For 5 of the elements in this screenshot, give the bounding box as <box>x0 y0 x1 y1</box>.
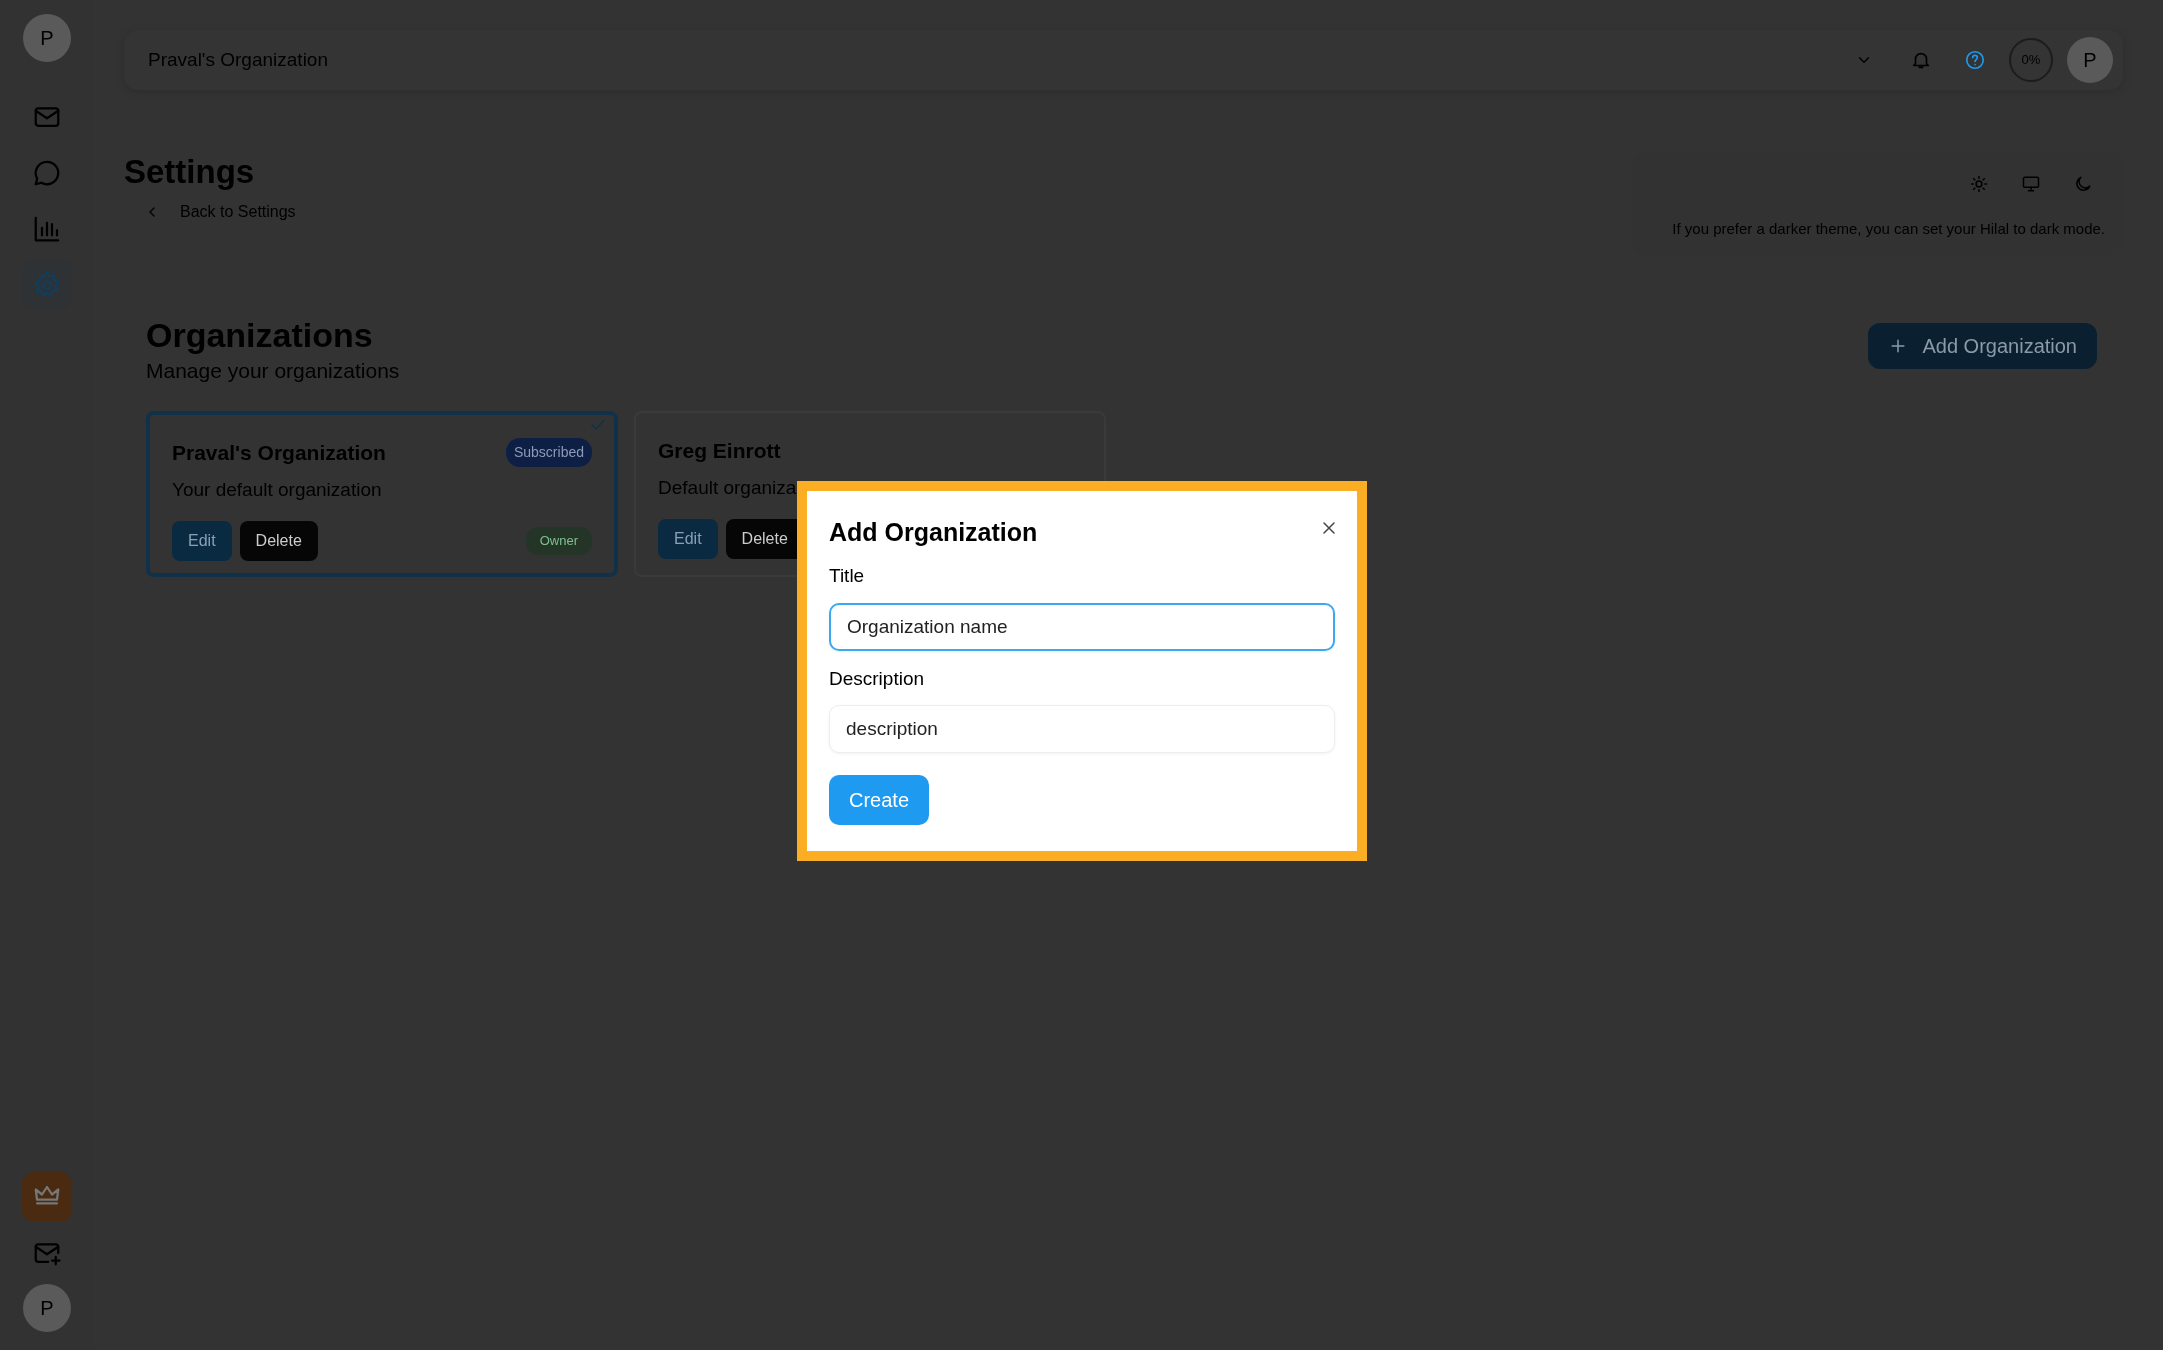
dialog-title: Add Organization <box>829 517 1038 547</box>
field-label: Title <box>829 564 866 588</box>
field-label: Description <box>829 666 926 691</box>
role-badge: Owner <box>525 527 592 555</box>
subscription-badge: Subscribed <box>505 438 592 468</box>
